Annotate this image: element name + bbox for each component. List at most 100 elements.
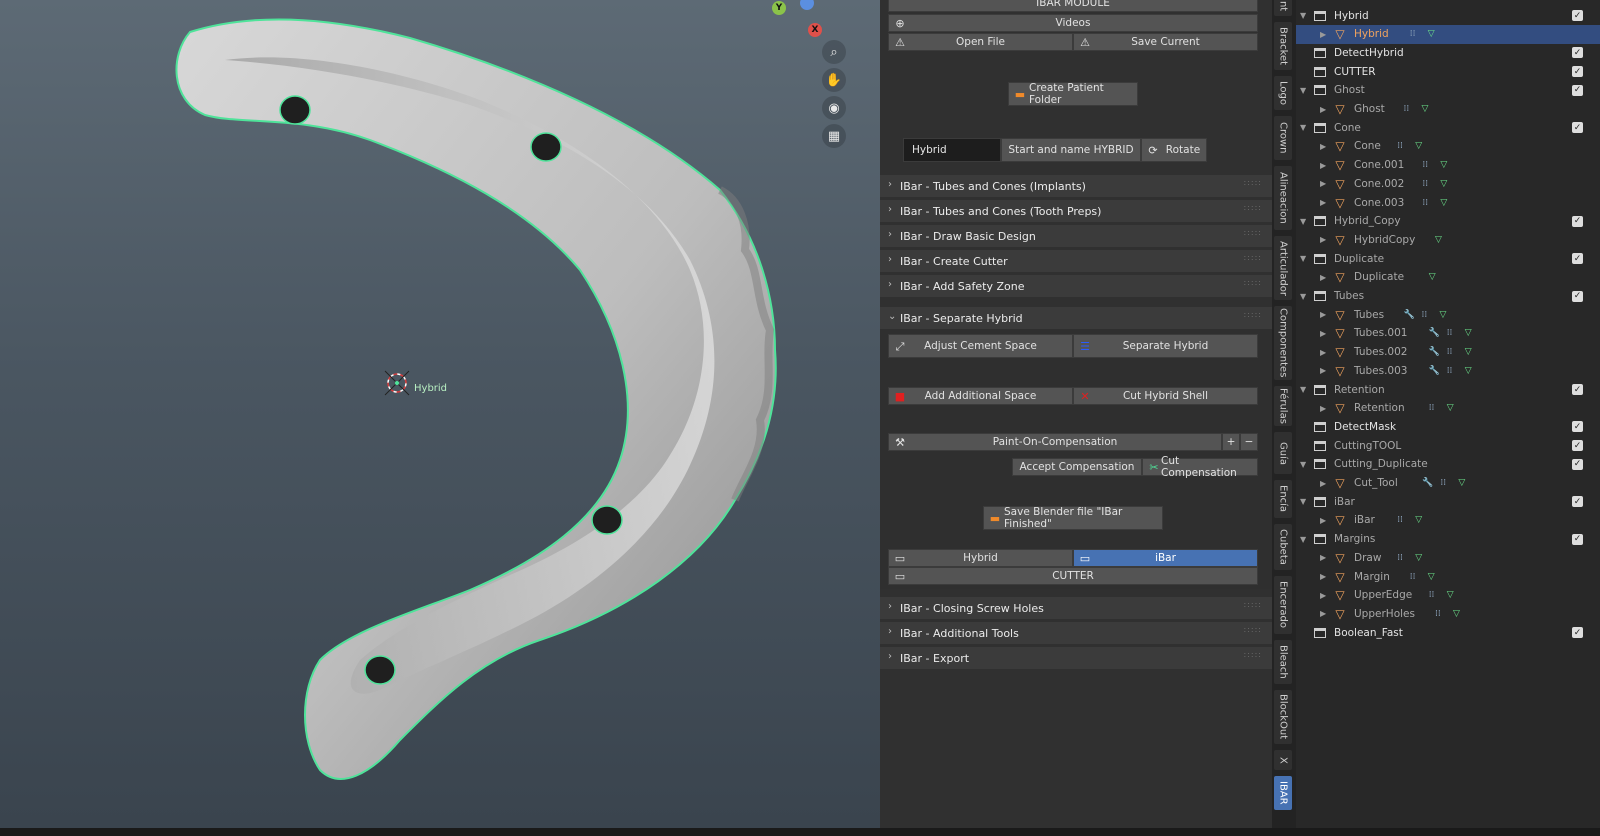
- grid-icon[interactable]: ▦: [822, 124, 846, 148]
- visibility-checkbox[interactable]: ✓: [1572, 10, 1583, 21]
- outliner-item[interactable]: ▼ Hybrid_Copy ✓: [1296, 212, 1600, 231]
- outliner-item[interactable]: CuttingTOOL ✓: [1296, 436, 1600, 455]
- visibility-checkbox[interactable]: ✓: [1572, 122, 1583, 134]
- visibility-checkbox[interactable]: ✓: [1572, 66, 1583, 78]
- expand-arrow-icon[interactable]: ▶: [1320, 179, 1326, 188]
- sidebar-tab[interactable]: Férulas: [1274, 386, 1292, 426]
- plus-button[interactable]: +: [1222, 433, 1240, 451]
- visibility-checkbox[interactable]: ✓: [1572, 384, 1583, 395]
- outliner-item[interactable]: ▼ iBar ✓: [1296, 492, 1600, 511]
- sidebar-tab[interactable]: X: [1274, 750, 1292, 770]
- drag-grip-icon[interactable]: :::::: [1244, 625, 1262, 634]
- outliner-item[interactable]: ▶ ▽ Cut_Tool 🔧 ⁞⁞ ▽: [1296, 474, 1600, 493]
- expand-arrow-icon[interactable]: ▶: [1320, 348, 1326, 357]
- expand-arrow-icon[interactable]: ▼: [1300, 460, 1306, 469]
- expand-arrow-icon[interactable]: ▶: [1320, 366, 1326, 375]
- panel-section-header[interactable]: › IBar - Create Cutter:::::: [880, 250, 1272, 272]
- expand-arrow-icon[interactable]: ▶: [1320, 572, 1326, 581]
- expand-arrow-icon[interactable]: ▶: [1320, 516, 1326, 525]
- sidebar-tab[interactable]: Guía: [1274, 432, 1292, 474]
- panel-section-header[interactable]: › IBar - Tubes and Cones (Implants):::::: [880, 175, 1272, 197]
- visibility-checkbox[interactable]: ✓: [1572, 253, 1583, 265]
- drag-grip-icon[interactable]: :::::: [1244, 278, 1262, 287]
- view-hybrid-button[interactable]: ▭ Hybrid: [888, 549, 1073, 567]
- outliner-item[interactable]: ▶ ▽ Cone.003 ⁞⁞ ▽: [1296, 193, 1600, 212]
- expand-arrow-icon[interactable]: ▼: [1300, 385, 1306, 394]
- paint-on-compensation-button[interactable]: ⚒ Paint-On-Compensation: [888, 433, 1222, 451]
- outliner-item[interactable]: ▶ ▽ Cone ⁞⁞ ▽: [1296, 137, 1600, 156]
- outliner-item[interactable]: ▶ ▽ Margin ⁞⁞ ▽: [1296, 567, 1600, 586]
- expand-arrow-icon[interactable]: ▼: [1300, 123, 1306, 132]
- view-cutter-button[interactable]: ▭ CUTTER: [888, 567, 1258, 585]
- outliner-item[interactable]: ▼ Retention ✓: [1296, 380, 1600, 399]
- outliner-item[interactable]: DetectMask ✓: [1296, 417, 1600, 436]
- outliner-item[interactable]: ▶ ▽ Tubes.003 🔧 ⁞⁞ ▽: [1296, 361, 1600, 380]
- outliner-item[interactable]: ▶ ▽ Cone.002 ⁞⁞ ▽: [1296, 174, 1600, 193]
- expand-arrow-icon[interactable]: ▶: [1320, 404, 1326, 413]
- outliner-item[interactable]: ▼ Hybrid ✓: [1296, 6, 1600, 25]
- sidebar-tab[interactable]: Int: [1274, 0, 1292, 16]
- sidebar-tab[interactable]: Componentes: [1274, 306, 1292, 380]
- visibility-checkbox[interactable]: ✓: [1572, 440, 1583, 452]
- sidebar-tab[interactable]: Bleach: [1274, 640, 1292, 684]
- outliner-item[interactable]: ▶ ▽ Tubes.002 🔧 ⁞⁞ ▽: [1296, 343, 1600, 362]
- panel-section-header[interactable]: › IBar - Tubes and Cones (Tooth Preps):::…: [880, 200, 1272, 222]
- accept-compensation-button[interactable]: Accept Compensation: [1012, 458, 1142, 476]
- sidebar-tab[interactable]: IBAR: [1274, 776, 1292, 810]
- drag-grip-icon[interactable]: :::::: [1244, 310, 1262, 319]
- outliner-item[interactable]: ▼ Ghost ✓: [1296, 81, 1600, 100]
- expand-arrow-icon[interactable]: ▶: [1320, 479, 1326, 488]
- panel-section-header[interactable]: › IBar - Closing Screw Holes:::::: [880, 597, 1272, 619]
- 3d-viewport[interactable]: Hybrid Y X ⌕ ✋ ◉ ▦: [0, 0, 880, 828]
- expand-arrow-icon[interactable]: ▼: [1300, 535, 1306, 544]
- visibility-checkbox[interactable]: ✓: [1572, 533, 1583, 545]
- separate-hybrid-section-header[interactable]: ⌄ IBar - Separate Hybrid :::::: [880, 307, 1272, 329]
- outliner-item[interactable]: ▼ Cutting_Duplicate ✓: [1296, 455, 1600, 474]
- outliner-item[interactable]: ▼ Cone ✓: [1296, 118, 1600, 137]
- panel-section-header[interactable]: › IBar - Export:::::: [880, 647, 1272, 669]
- visibility-checkbox[interactable]: ✓: [1572, 458, 1583, 470]
- panel-section-header[interactable]: › IBar - Add Safety Zone:::::: [880, 275, 1272, 297]
- sidebar-tab[interactable]: Encerado: [1274, 576, 1292, 634]
- visibility-checkbox[interactable]: ✓: [1572, 627, 1583, 639]
- cut-compensation-button[interactable]: ✂ Cut Compensation: [1142, 455, 1258, 479]
- hybrid-mesh[interactable]: [0, 0, 880, 828]
- visibility-checkbox[interactable]: ✓: [1572, 421, 1583, 433]
- drag-grip-icon[interactable]: :::::: [1244, 600, 1262, 609]
- outliner-item[interactable]: ▼ Duplicate ✓: [1296, 249, 1600, 268]
- drag-grip-icon[interactable]: :::::: [1244, 178, 1262, 187]
- open-file-button[interactable]: ⚠ Open File: [888, 33, 1073, 51]
- outliner-item[interactable]: ▼ Margins ✓: [1296, 530, 1600, 549]
- sidebar-tab[interactable]: Crown: [1274, 116, 1292, 160]
- sidebar-tab[interactable]: Logo: [1274, 76, 1292, 110]
- drag-grip-icon[interactable]: :::::: [1244, 203, 1262, 212]
- outliner-item[interactable]: ▶ ▽ Retention ⁞⁞ ▽: [1296, 399, 1600, 418]
- visibility-checkbox[interactable]: ✓: [1572, 84, 1583, 96]
- expand-arrow-icon[interactable]: ▶: [1320, 553, 1326, 562]
- sidebar-tab[interactable]: Alineacion: [1274, 166, 1292, 230]
- hand-icon[interactable]: ✋: [822, 68, 846, 92]
- drag-grip-icon[interactable]: :::::: [1244, 650, 1262, 659]
- outliner-item[interactable]: ▶ ▽ Tubes 🔧 ⁞⁞ ▽: [1296, 305, 1600, 324]
- outliner-item[interactable]: ▼ Tubes ✓: [1296, 287, 1600, 306]
- gizmo-y-axis[interactable]: Y: [772, 1, 786, 15]
- sidebar-tab[interactable]: Encía: [1274, 480, 1292, 518]
- sidebar-tab[interactable]: BlockOut: [1274, 690, 1292, 744]
- expand-arrow-icon[interactable]: ▼: [1300, 86, 1306, 95]
- separate-hybrid-button[interactable]: ☰ Separate Hybrid: [1073, 334, 1258, 358]
- outliner-item[interactable]: ▶ ▽ Ghost ⁞⁞ ▽: [1296, 100, 1600, 119]
- drag-grip-icon[interactable]: :::::: [1244, 228, 1262, 237]
- add-additional-space-button[interactable]: ■ Add Additional Space: [888, 387, 1073, 405]
- visibility-checkbox[interactable]: ✓: [1572, 496, 1583, 508]
- hybrid-name-field[interactable]: Hybrid: [903, 138, 1001, 162]
- outliner-item[interactable]: ▶ ▽ Tubes.001 🔧 ⁞⁞ ▽: [1296, 324, 1600, 343]
- cut-hybrid-shell-button[interactable]: ✕ Cut Hybrid Shell: [1073, 387, 1258, 405]
- outliner-item[interactable]: ▶ ▽ Duplicate ▽: [1296, 268, 1600, 287]
- outliner-item[interactable]: DetectHybrid ✓: [1296, 43, 1600, 62]
- visibility-checkbox[interactable]: ✓: [1572, 290, 1583, 302]
- panel-section-header[interactable]: › IBar - Additional Tools:::::: [880, 622, 1272, 644]
- expand-arrow-icon[interactable]: ▶: [1320, 105, 1326, 114]
- expand-arrow-icon[interactable]: ▶: [1320, 198, 1326, 207]
- expand-arrow-icon[interactable]: ▶: [1320, 329, 1326, 338]
- expand-arrow-icon[interactable]: ▶: [1320, 273, 1326, 282]
